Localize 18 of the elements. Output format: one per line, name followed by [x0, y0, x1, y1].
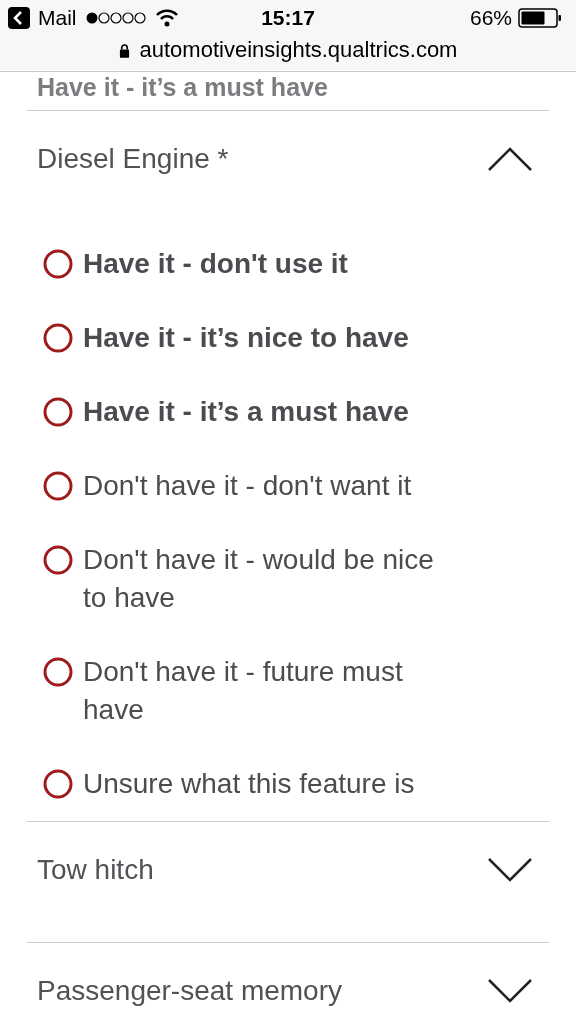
accordion-header[interactable]: Diesel Engine * [27, 111, 549, 231]
question-title: Passenger-seat memory [37, 974, 342, 1008]
url-text[interactable]: automotiveinsights.qualtrics.com [139, 37, 458, 63]
option-label[interactable]: Don't have it - would be nice to have [83, 541, 458, 617]
battery-percentage: 66% [469, 6, 512, 30]
accordion-header[interactable]: Passenger-seat memory [27, 943, 549, 1022]
option-label[interactable]: Have it - it’s a must have [83, 393, 409, 431]
previous-answer-text: Have it - it’s a must have [27, 72, 549, 111]
option-label[interactable]: Don't have it - don't want it [83, 467, 412, 505]
back-app-label[interactable]: Mail [38, 6, 77, 30]
question-title: Tow hitch [37, 853, 154, 887]
question-title: Diesel Engine * [37, 142, 229, 176]
option-label[interactable]: Have it - it’s nice to have [83, 319, 409, 357]
option-label[interactable]: Don't have it - future must have [83, 653, 458, 729]
clock-time: 15:17 [261, 6, 315, 30]
option-label[interactable]: Have it - don't use it [83, 245, 348, 283]
accordion-header[interactable]: Tow hitch [27, 822, 549, 942]
option-label[interactable]: Unsure what this feature is [83, 765, 415, 803]
